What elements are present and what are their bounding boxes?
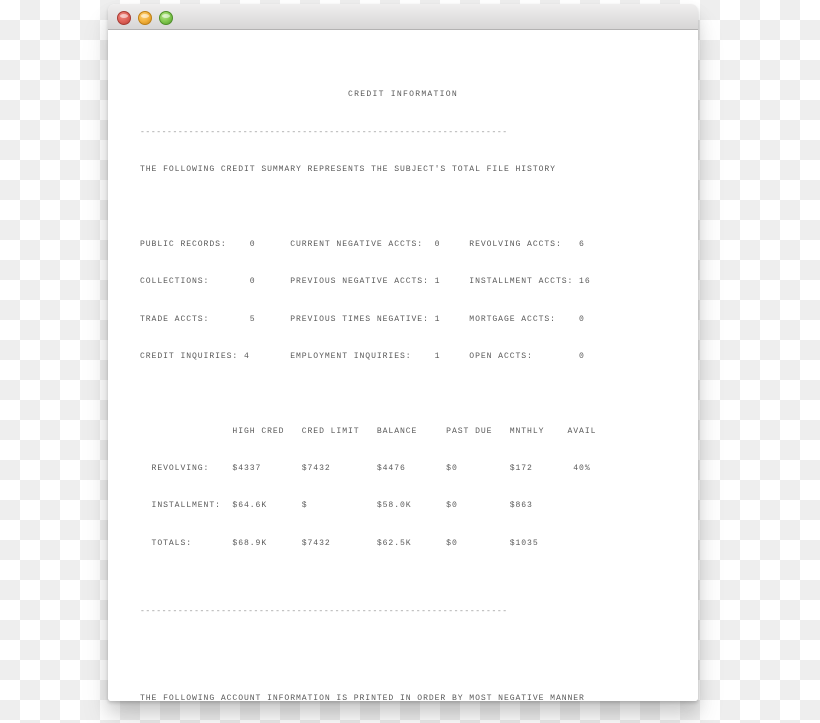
window-titlebar[interactable] bbox=[108, 4, 698, 30]
table-row: INSTALLMENT: $64.6K $ $58.0K $0 $863 bbox=[140, 501, 533, 511]
account-intro-line: THE FOLLOWING ACCOUNT INFORMATION IS PRI… bbox=[140, 694, 585, 701]
report-title: CREDIT INFORMATION bbox=[348, 90, 458, 100]
summary-line: CREDIT INQUIRIES: 4 EMPLOYMENT INQUIRIES… bbox=[140, 351, 585, 361]
document-page: CREDIT INFORMATION ---------------------… bbox=[108, 30, 698, 701]
credit-report-text: CREDIT INFORMATION ---------------------… bbox=[108, 30, 698, 701]
table-row: REVOLVING: $4337 $7432 $4476 $0 $172 40% bbox=[140, 463, 591, 473]
minimize-button[interactable] bbox=[138, 11, 152, 25]
maximize-button[interactable] bbox=[159, 11, 173, 25]
rule-top: ----------------------------------------… bbox=[140, 127, 508, 137]
summary-line: PUBLIC RECORDS: 0 CURRENT NEGATIVE ACCTS… bbox=[140, 239, 585, 249]
close-button[interactable] bbox=[117, 11, 131, 25]
table-row: TOTALS: $68.9K $7432 $62.5K $0 $1035 bbox=[140, 538, 539, 548]
totals-table-header: HIGH CRED CRED LIMIT BALANCE PAST DUE MN… bbox=[140, 426, 597, 436]
rule-after-totals: ----------------------------------------… bbox=[140, 606, 508, 616]
summary-line: TRADE ACCTS: 5 PREVIOUS TIMES NEGATIVE: … bbox=[140, 314, 585, 324]
summary-line: COLLECTIONS: 0 PREVIOUS NEGATIVE ACCTS: … bbox=[140, 277, 591, 287]
window-controls bbox=[117, 11, 173, 25]
report-intro: THE FOLLOWING CREDIT SUMMARY REPRESENTS … bbox=[140, 165, 556, 175]
document-window: CREDIT INFORMATION ---------------------… bbox=[108, 4, 698, 701]
